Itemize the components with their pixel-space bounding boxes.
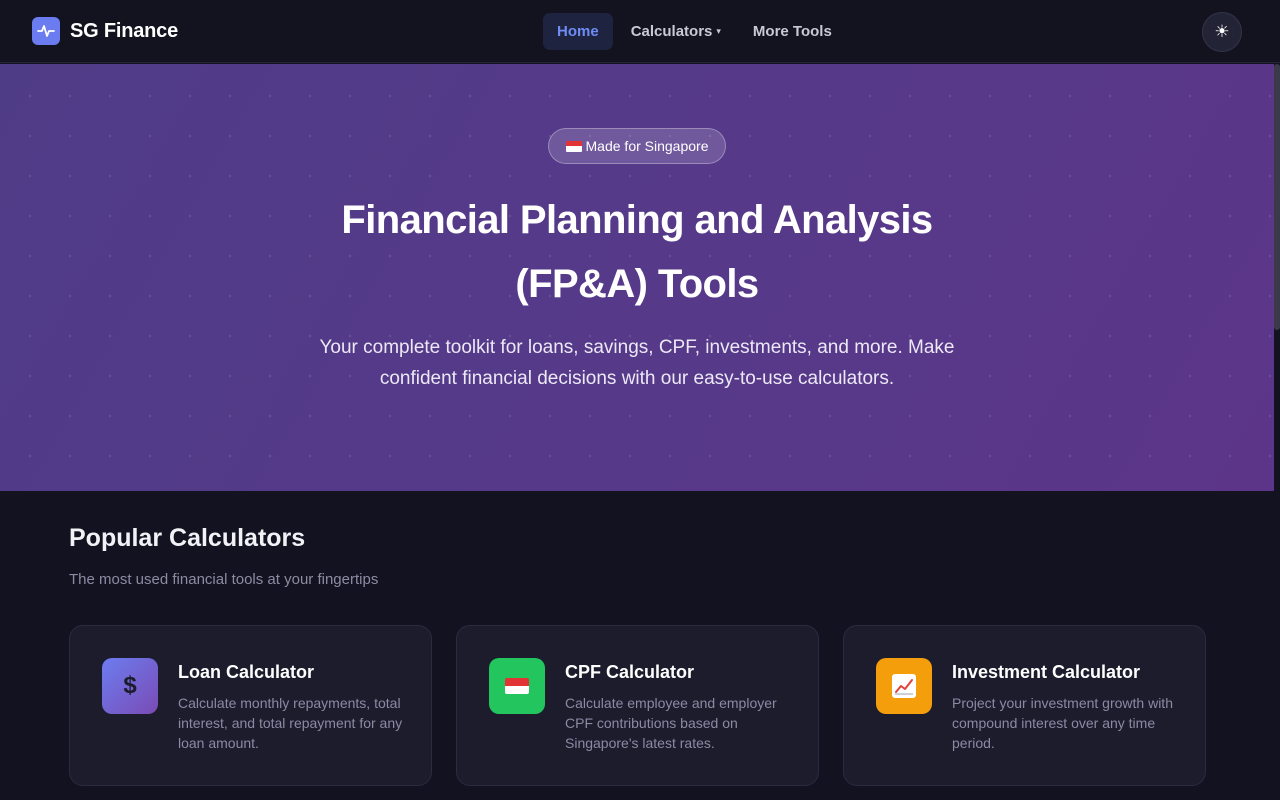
section-title: Popular Calculators xyxy=(69,524,306,552)
hero-subtitle-line: confident financial decisions with our e… xyxy=(379,368,895,389)
hero-subtitle: Your complete toolkit for loans, savings… xyxy=(290,332,984,394)
chart-increasing-icon xyxy=(876,658,932,714)
brand-link[interactable]: SG Finance xyxy=(32,17,178,45)
nav-link-more-tools[interactable]: More Tools xyxy=(739,13,846,50)
caret-down-icon: ▾ xyxy=(716,26,721,36)
badge-label: Made for Singapore xyxy=(585,138,709,154)
card-description: Project your investment growth with comp… xyxy=(952,695,1173,751)
nav-link-label: More Tools xyxy=(752,23,832,40)
hero-title-line: Financial Planning and Analysis xyxy=(341,198,933,242)
sun-icon: ☀ xyxy=(1214,22,1230,41)
section-subtitle: The most used financial tools at your fi… xyxy=(69,571,379,588)
hero-title: Financial Planning and Analysis (FP&A) T… xyxy=(240,188,1034,316)
flag-shape xyxy=(505,678,529,694)
nav-link-calculators[interactable]: Calculators ▾ xyxy=(617,13,735,50)
card-title: CPF Calculator xyxy=(565,662,695,682)
card-description: Calculate monthly repayments, total inte… xyxy=(178,695,403,751)
scrollbar-thumb[interactable] xyxy=(1274,64,1280,330)
top-navbar: SG Finance Home Calculators ▾ More Tools… xyxy=(0,0,1280,63)
card-title: Loan Calculator xyxy=(178,662,315,682)
hero-subtitle-line: Your complete toolkit for loans, savings… xyxy=(319,337,955,358)
hero-title-line: (FP&A) Tools xyxy=(515,262,759,306)
singapore-flag-icon xyxy=(489,658,545,714)
loan-calculator-card[interactable]: $ Loan Calculator Calculate monthly repa… xyxy=(69,625,432,786)
singapore-flag-icon xyxy=(565,140,582,152)
brand-name: SG Finance xyxy=(70,19,179,42)
theme-toggle-button[interactable]: ☀ xyxy=(1202,12,1242,52)
chart-tile xyxy=(892,674,916,698)
nav-links: Home Calculators ▾ More Tools xyxy=(543,13,850,50)
dollar-icon: $ xyxy=(102,658,158,714)
nav-link-label: Calculators xyxy=(630,23,713,40)
nav-link-home[interactable]: Home xyxy=(543,13,613,50)
pulse-icon xyxy=(32,17,60,45)
nav-link-label: Home xyxy=(557,23,599,40)
card-title: Investment Calculator xyxy=(952,662,1141,682)
made-for-singapore-badge: Made for Singapore xyxy=(548,128,726,164)
card-description: Calculate employee and employer CPF cont… xyxy=(565,695,777,751)
cpf-calculator-card[interactable]: CPF Calculator Calculate employee and em… xyxy=(456,625,819,786)
dollar-glyph: $ xyxy=(123,672,137,699)
investment-calculator-card[interactable]: Investment Calculator Project your inves… xyxy=(843,625,1206,786)
